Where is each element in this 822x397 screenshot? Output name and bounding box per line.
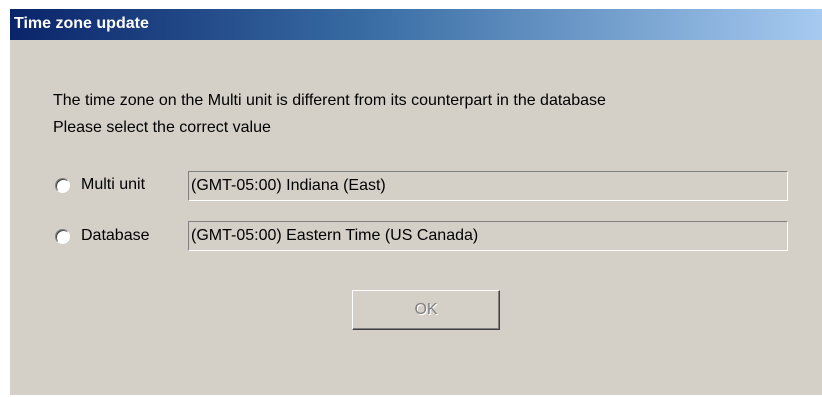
multi-unit-time-zone-field: (GMT-05:00) Indiana (East) [188, 171, 788, 201]
multi-unit-option[interactable]: Multi unit [55, 171, 145, 199]
time-zone-update-dialog: Time zone update The time zone on the Mu… [9, 8, 822, 395]
multi-unit-radio[interactable] [55, 177, 70, 193]
message-line-1: The time zone on the Multi unit is diffe… [53, 92, 606, 109]
multi-unit-label[interactable]: Multi unit [81, 176, 145, 194]
ok-button[interactable]: OK [352, 290, 500, 330]
database-time-zone-field: (GMT-05:00) Eastern Time (US Canada) [188, 221, 788, 251]
message-line-2: Please select the correct value [53, 119, 271, 136]
title-bar[interactable]: Time zone update [10, 9, 822, 40]
database-label[interactable]: Database [81, 227, 150, 245]
window-title: Time zone update [14, 15, 149, 32]
database-radio[interactable] [55, 228, 70, 244]
database-option[interactable]: Database [55, 222, 150, 250]
